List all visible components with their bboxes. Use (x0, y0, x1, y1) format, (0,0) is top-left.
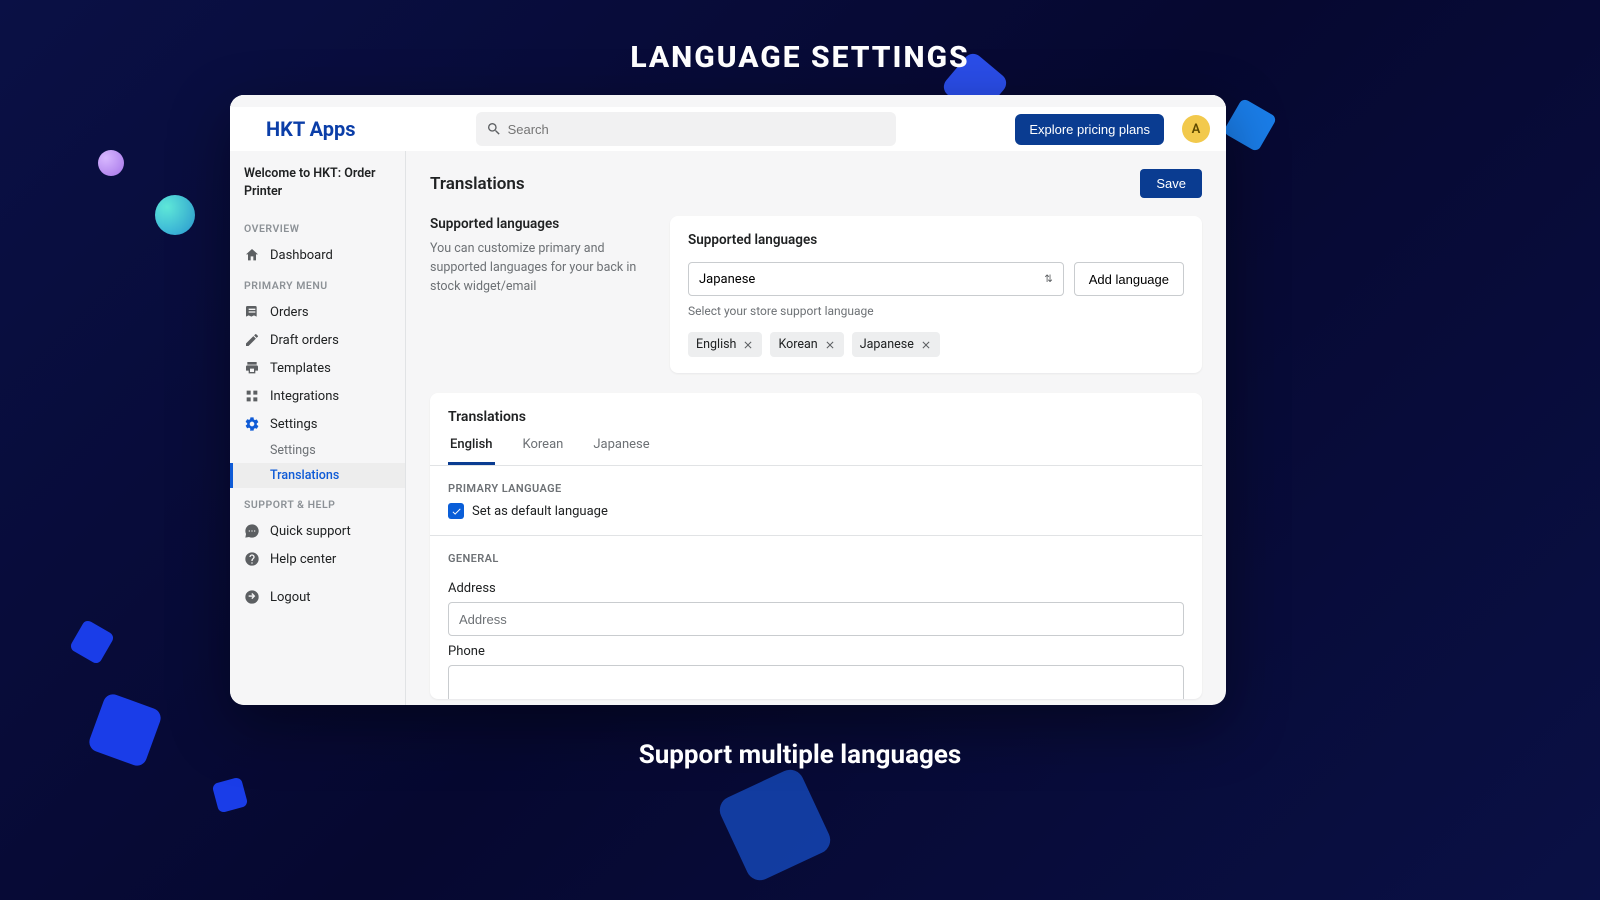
nav-label: Dashboard (270, 248, 333, 263)
sidebar-item-help-center[interactable]: Help center (230, 545, 405, 573)
templates-icon (244, 360, 260, 376)
tab-korean[interactable]: Korean (521, 437, 566, 465)
chevron-updown-icon: ⇅ (1044, 274, 1052, 285)
chat-icon (244, 523, 260, 539)
language-select[interactable]: Japanese ⇅ (688, 262, 1064, 296)
sidebar-item-orders[interactable]: Orders (230, 298, 405, 326)
sidebar: Welcome to HKT: Order Printer OVERVIEW D… (230, 151, 406, 705)
chip-korean: Korean (770, 332, 843, 357)
marketing-subtitle: Support multiple languages (0, 740, 1600, 770)
brand-logo: HKT Apps (266, 117, 356, 141)
section-support-label: SUPPORT & HELP (230, 488, 405, 517)
nav-label: Settings (270, 417, 317, 432)
nav-label: Integrations (270, 389, 339, 404)
section-primary-label: PRIMARY MENU (230, 269, 405, 298)
chip-japanese: Japanese (852, 332, 940, 357)
sidebar-sub-translations[interactable]: Translations (230, 463, 405, 488)
sidebar-item-dashboard[interactable]: Dashboard (230, 241, 405, 269)
card-heading: Supported languages (688, 232, 1184, 248)
translations-card: Translations English Korean Japanese PRI… (430, 393, 1202, 699)
chip-label: Korean (778, 337, 817, 352)
explore-pricing-button[interactable]: Explore pricing plans (1015, 114, 1164, 145)
search-input[interactable] (508, 122, 886, 137)
save-button[interactable]: Save (1140, 169, 1202, 198)
sidebar-item-integrations[interactable]: Integrations (230, 382, 405, 410)
marketing-title: LANGUAGE SETTINGS (0, 40, 1600, 75)
default-language-label: Set as default language (472, 504, 608, 519)
chip-label: Japanese (860, 337, 914, 352)
translation-tabs: English Korean Japanese (430, 437, 1202, 466)
close-icon[interactable] (742, 339, 754, 351)
nav-label: Draft orders (270, 333, 339, 348)
home-icon (244, 247, 260, 263)
helper-text: Select your store support language (688, 304, 1184, 318)
sidebar-item-settings[interactable]: Settings (230, 410, 405, 438)
help-icon (244, 551, 260, 567)
address-input[interactable] (448, 602, 1184, 636)
close-icon[interactable] (920, 339, 932, 351)
page-title: Translations (430, 174, 1140, 194)
section-overview-label: OVERVIEW (230, 212, 405, 241)
phone-input[interactable] (448, 665, 1184, 699)
supported-languages-info: Supported languages You can customize pr… (430, 216, 650, 296)
search-input-wrap[interactable] (476, 112, 896, 146)
app-window: HKT Apps Explore pricing plans A Welcome… (230, 95, 1226, 705)
search-icon (486, 121, 502, 137)
welcome-text: Welcome to HKT: Order Printer (230, 165, 405, 212)
nav-label: Help center (270, 552, 336, 567)
gear-icon (244, 416, 260, 432)
chip-english: English (688, 332, 762, 357)
check-icon (451, 506, 462, 517)
default-language-checkbox[interactable] (448, 503, 464, 519)
card-title: Translations (448, 409, 1184, 425)
draft-orders-icon (244, 332, 260, 348)
topbar: HKT Apps Explore pricing plans A (230, 95, 1226, 151)
nav-label: Quick support (270, 524, 351, 539)
general-label: GENERAL (430, 536, 1202, 573)
sidebar-sub-settings[interactable]: Settings (230, 438, 405, 463)
address-field-label: Address (448, 581, 1184, 596)
supported-languages-card: Supported languages Japanese ⇅ Add langu… (670, 216, 1202, 373)
close-icon[interactable] (824, 339, 836, 351)
language-chips: English Korean Japanese (688, 332, 1184, 357)
nav-label: Logout (270, 590, 311, 605)
sidebar-item-templates[interactable]: Templates (230, 354, 405, 382)
sidebar-item-logout[interactable]: Logout (230, 583, 405, 611)
nav-label: Templates (270, 361, 331, 376)
tab-japanese[interactable]: Japanese (591, 437, 651, 465)
sidebar-item-quick-support[interactable]: Quick support (230, 517, 405, 545)
phone-field-label: Phone (448, 644, 1184, 659)
integrations-icon (244, 388, 260, 404)
sidebar-item-draft-orders[interactable]: Draft orders (230, 326, 405, 354)
section-description: You can customize primary and supported … (430, 240, 650, 296)
chip-label: English (696, 337, 736, 352)
tab-english[interactable]: English (448, 437, 495, 465)
section-heading: Supported languages (430, 216, 650, 232)
logout-icon (244, 589, 260, 605)
orders-icon (244, 304, 260, 320)
add-language-button[interactable]: Add language (1074, 262, 1184, 296)
nav-label: Orders (270, 305, 309, 320)
primary-language-label: PRIMARY LANGUAGE (430, 466, 1202, 503)
select-value: Japanese (699, 272, 755, 287)
avatar[interactable]: A (1182, 115, 1210, 143)
main-content: Translations Save Supported languages Yo… (406, 151, 1226, 705)
